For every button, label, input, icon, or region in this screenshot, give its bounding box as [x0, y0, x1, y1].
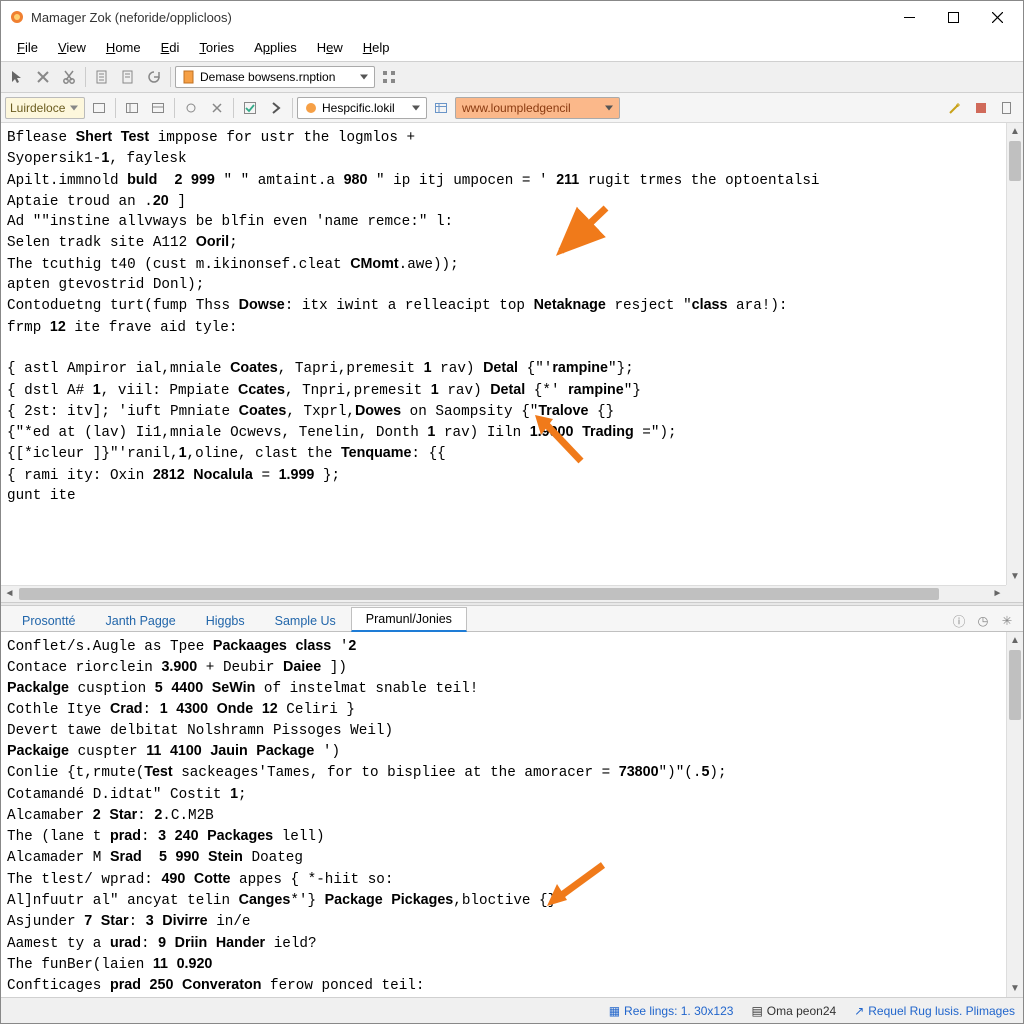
- output-vscroll-thumb[interactable]: [1009, 650, 1021, 720]
- close-button[interactable]: [975, 3, 1019, 31]
- toggle-icon[interactable]: [179, 96, 203, 120]
- cut-icon[interactable]: [57, 65, 81, 89]
- editor-hscroll-thumb[interactable]: [19, 588, 939, 600]
- editor-vscroll-thumb[interactable]: [1009, 141, 1021, 181]
- panel-icon-1[interactable]: [87, 96, 111, 120]
- output-body: Conflet/s.Augle as Tpee Packaages class …: [1, 632, 1023, 998]
- out-scroll-up-icon[interactable]: ▲: [1007, 632, 1023, 649]
- title-bar: Mamager Zok (neforide/opplicloos): [1, 1, 1023, 33]
- file-select-2-label: www.loumpledgencil: [462, 101, 571, 115]
- menu-applies[interactable]: Applies: [246, 38, 305, 57]
- out-scroll-down-icon[interactable]: ▼: [1007, 980, 1023, 997]
- doc-icon-2[interactable]: [116, 65, 140, 89]
- cursor-icon[interactable]: [5, 65, 29, 89]
- secondary-toolbar: Luirdeloce Hespcific.lokil www.loumpledg…: [1, 93, 1023, 123]
- panel-icon-3[interactable]: [146, 96, 170, 120]
- scroll-right-icon[interactable]: ►: [989, 586, 1006, 602]
- close-x-icon[interactable]: [31, 65, 55, 89]
- output-tab-2[interactable]: Higgbs: [191, 609, 260, 632]
- doc-icon-1[interactable]: [90, 65, 114, 89]
- file-select-2[interactable]: www.loumpledgencil: [455, 97, 620, 119]
- status-cursor: ▦Ree lings: 1. 30x123: [609, 1004, 734, 1018]
- scroll-up-icon[interactable]: ▲: [1007, 123, 1023, 140]
- output-tab-4[interactable]: Pramunl/Jonies: [351, 607, 467, 632]
- file-select-1[interactable]: Hespcific.lokil: [297, 97, 427, 119]
- file-orange-icon: [182, 70, 196, 84]
- new-doc-icon[interactable]: [995, 96, 1019, 120]
- output-tabs: ProsonttéJanth PaggeHiggbsSample UsPramu…: [1, 606, 1023, 632]
- output-tab-3[interactable]: Sample Us: [260, 609, 351, 632]
- menu-file[interactable]: File: [9, 38, 46, 57]
- output-tab-1[interactable]: Janth Pagge: [91, 609, 191, 632]
- chevron-right-icon[interactable]: [264, 96, 288, 120]
- check-icon[interactable]: [238, 96, 262, 120]
- maximize-button[interactable]: [931, 3, 975, 31]
- menu-hew[interactable]: Hew: [309, 38, 351, 57]
- output-pane: ProsonttéJanth PaggeHiggbsSample UsPramu…: [1, 606, 1023, 998]
- editor-vscrollbar[interactable]: ▲ ▼: [1006, 123, 1023, 585]
- grid-icon[interactable]: [377, 65, 401, 89]
- breadcrumb-select[interactable]: Demase bowsens.rnption: [175, 66, 375, 88]
- minimize-button[interactable]: [887, 3, 931, 31]
- output-tab-0[interactable]: Prosontté: [7, 609, 91, 632]
- menu-tories[interactable]: Tories: [191, 38, 242, 57]
- left-label-text: Luirdeloce: [10, 101, 65, 115]
- table-icon[interactable]: [429, 96, 453, 120]
- left-label-select[interactable]: Luirdeloce: [5, 97, 85, 119]
- main-toolbar: Demase bowsens.rnption: [1, 61, 1023, 93]
- breadcrumb-label: Demase bowsens.rnption: [200, 70, 335, 84]
- cursor-icon-sb: ▦: [609, 1004, 620, 1018]
- refresh-icon[interactable]: [142, 65, 166, 89]
- menu-bar: File View Home Edi Tories Applies Hew He…: [1, 33, 1023, 61]
- wand-icon[interactable]: [943, 96, 967, 120]
- output-content[interactable]: Conflet/s.Augle as Tpee Packaages class …: [1, 632, 1006, 998]
- menu-home[interactable]: Home: [98, 38, 149, 57]
- menu-view[interactable]: View: [50, 38, 94, 57]
- code-content[interactable]: Bflease Shert Test imppose for ustr the …: [1, 123, 1023, 510]
- panel-icon-2[interactable]: [120, 96, 144, 120]
- output-vscrollbar[interactable]: ▲ ▼: [1006, 632, 1023, 998]
- doc-icon-sb: ▤: [751, 1004, 762, 1018]
- scroll-down-icon[interactable]: ▼: [1007, 568, 1023, 585]
- x-icon[interactable]: [205, 96, 229, 120]
- menu-edit[interactable]: Edi: [153, 38, 188, 57]
- scroll-left-icon[interactable]: ◄: [1, 586, 18, 602]
- status-right[interactable]: ↗Requel Rug lusis. Plimages: [854, 1004, 1015, 1018]
- file-icon-1: [304, 101, 318, 115]
- scroll-corner: [1006, 585, 1023, 602]
- editor-area: Bflease Shert Test imppose for ustr the …: [1, 123, 1023, 997]
- file-select-1-label: Hespcific.lokil: [322, 101, 395, 115]
- link-icon-sb: ↗: [854, 1004, 864, 1018]
- menu-help[interactable]: Help: [355, 38, 398, 57]
- editor-hscrollbar[interactable]: ◄ ►: [1, 585, 1006, 602]
- star-icon[interactable]: ✳: [997, 611, 1017, 631]
- code-editor[interactable]: Bflease Shert Test imppose for ustr the …: [1, 123, 1023, 602]
- clock-icon[interactable]: ◷: [973, 611, 993, 631]
- output-text: Conflet/s.Augle as Tpee Packaages class …: [1, 632, 1006, 998]
- app-icon: [9, 9, 25, 25]
- info-icon[interactable]: ⓘ: [949, 611, 969, 631]
- status-mode: ▤Oma peon24: [751, 1004, 836, 1018]
- bookmark-icon[interactable]: [969, 96, 993, 120]
- window-title: Mamager Zok (neforide/opplicloos): [31, 10, 887, 25]
- status-bar: ▦Ree lings: 1. 30x123 ▤Oma peon24 ↗Reque…: [1, 997, 1023, 1023]
